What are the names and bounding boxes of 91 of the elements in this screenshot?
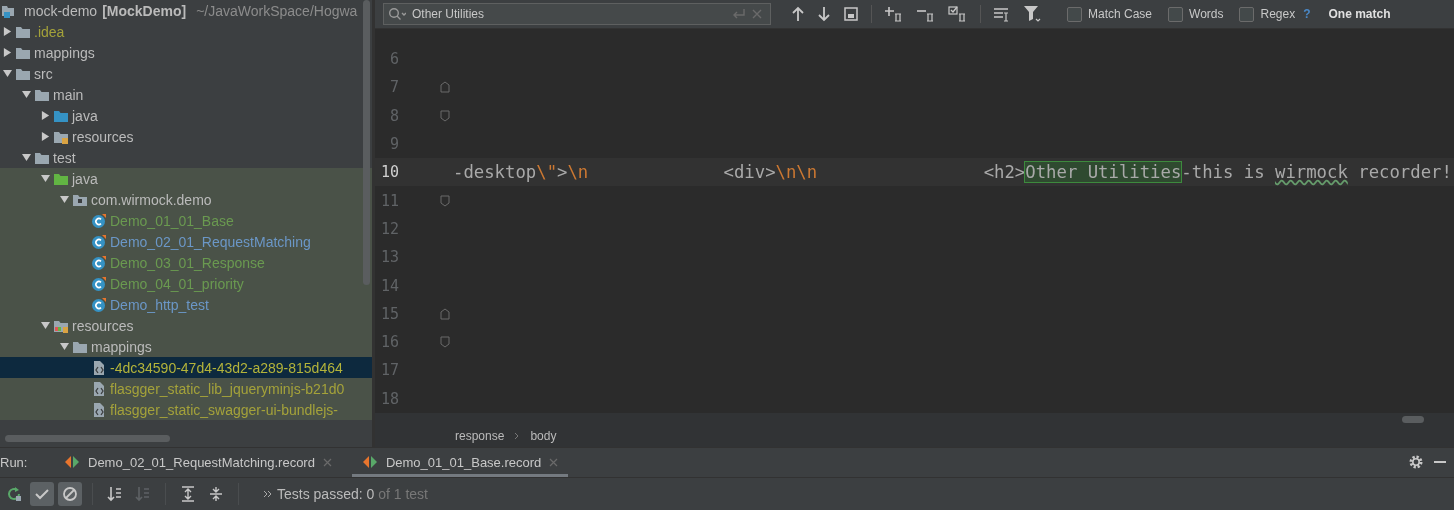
checkbox[interactable]	[1067, 6, 1082, 22]
fold-marker-icon[interactable]	[440, 109, 450, 122]
code-line: -desktop\">\n <div>\n\n <h2>Other Utilities-this is wirmock recorder!	[453, 162, 1453, 183]
collapse-all-icon[interactable]	[208, 485, 224, 502]
expand-arrow-icon[interactable]	[3, 48, 12, 57]
test-status: Tests passed: 0 of 1 test	[277, 485, 428, 502]
tree-item[interactable]: flasgger_static_swagger-ui-bundlejs-	[0, 399, 372, 420]
record-icon	[64, 454, 80, 471]
expand-arrow-icon[interactable]	[41, 132, 50, 141]
expand-arrow-icon[interactable]	[41, 111, 50, 120]
arrow-down-icon[interactable]	[817, 6, 831, 22]
checkbox-label[interactable]: Match Case	[1088, 7, 1153, 21]
expand-arrow-icon[interactable]	[41, 321, 50, 330]
tree-item[interactable]: main	[0, 84, 372, 105]
checkbox-label[interactable]: Words	[1189, 7, 1224, 21]
line-number: 14	[379, 276, 399, 295]
fold-marker-icon[interactable]	[440, 307, 450, 320]
run-tab[interactable]: Demo_02_01_RequestMatching.record	[54, 447, 342, 478]
line-number: 15	[379, 304, 399, 323]
expand-all-icon[interactable]	[180, 485, 196, 502]
class-icon	[91, 296, 107, 313]
breadcrumb[interactable]: body	[530, 429, 557, 444]
scrollbar[interactable]	[363, 0, 370, 285]
tree-item[interactable]: src	[0, 63, 372, 84]
tree-item[interactable]: com.wirmock.demo	[0, 189, 372, 210]
fold-marker-icon[interactable]	[440, 194, 450, 207]
tree-item[interactable]: resources	[0, 126, 372, 147]
tree-item[interactable]: flasgger_static_lib_jqueryminjs-b21d0	[0, 378, 372, 399]
class-icon	[91, 275, 107, 292]
expand-arrow-icon[interactable]	[3, 69, 12, 78]
checkbox[interactable]	[1239, 6, 1255, 22]
match-count: One match	[1328, 7, 1391, 21]
double-chevron-icon[interactable]	[263, 488, 273, 499]
checkbox[interactable]	[1168, 6, 1184, 22]
module-name: [MockDemo]	[102, 2, 187, 19]
filter-icon[interactable]	[1023, 5, 1041, 23]
filter-lines-icon[interactable]	[993, 6, 1011, 22]
record-icon	[361, 454, 378, 471]
no-entry-icon	[62, 485, 78, 502]
line-number: 13	[379, 248, 399, 267]
scrollbar[interactable]	[1402, 415, 1424, 423]
breadcrumb[interactable]: response	[455, 429, 505, 444]
expand-arrow-icon[interactable]	[22, 90, 31, 99]
project-path: ~/JavaWorkSpace/Hogwa	[196, 2, 358, 19]
scrollbar[interactable]	[5, 434, 170, 442]
tree-item[interactable]: .idea	[0, 21, 372, 42]
arrow-up-icon[interactable]	[791, 6, 805, 22]
class-icon	[91, 212, 107, 229]
tree-item[interactable]: test	[0, 147, 372, 168]
select-all-icon[interactable]	[948, 6, 968, 22]
class-icon	[91, 254, 107, 271]
fold-marker-icon[interactable]	[440, 336, 450, 349]
search-icon	[388, 7, 406, 21]
expand-arrow-icon[interactable]	[3, 27, 12, 36]
toggle-button[interactable]	[58, 481, 82, 506]
json-file-icon	[91, 359, 107, 376]
line-number: 17	[379, 361, 399, 380]
line-number: 8	[388, 106, 399, 125]
sort-icon[interactable]	[107, 485, 123, 502]
help-link[interactable]: ?	[1303, 7, 1311, 21]
run-label: Run:	[0, 454, 29, 470]
line-number: 18	[379, 389, 399, 408]
tree-item[interactable]: -4dc34590-47d4-43d2-a289-815d464	[0, 357, 372, 378]
line-number: 10	[379, 163, 399, 182]
tree-item[interactable]: mappings	[0, 42, 372, 63]
add-selection-icon[interactable]	[884, 6, 904, 22]
tree-item[interactable]: resources	[0, 315, 372, 336]
expand-arrow-icon[interactable]	[60, 195, 69, 204]
line-number: 6	[388, 50, 399, 69]
tree-item[interactable]: mappings	[0, 336, 372, 357]
window-icon[interactable]	[843, 6, 859, 22]
expand-arrow-icon[interactable]	[22, 153, 31, 162]
json-file-icon	[91, 380, 107, 397]
line-number: 7	[388, 78, 399, 97]
tree-item[interactable]: java	[0, 168, 372, 189]
fold-marker-icon[interactable]	[440, 81, 450, 94]
tree-item[interactable]: java	[0, 105, 372, 126]
expand-arrow-icon[interactable]	[60, 342, 69, 351]
project-name: mock-demo	[24, 2, 98, 19]
checkbox-label[interactable]: Regex	[1260, 7, 1296, 21]
line-number: 11	[379, 191, 399, 210]
toggle-button[interactable]	[30, 481, 54, 506]
line-number: 9	[388, 135, 399, 154]
chevron-icon	[514, 432, 521, 441]
class-icon	[91, 233, 107, 250]
settings-icon[interactable]	[1408, 454, 1424, 471]
rerun-icon[interactable]	[6, 485, 22, 502]
line-number: 12	[379, 219, 399, 238]
json-file-icon	[91, 401, 107, 418]
line-number: 16	[379, 333, 399, 352]
expand-arrow-icon[interactable]	[41, 174, 50, 183]
